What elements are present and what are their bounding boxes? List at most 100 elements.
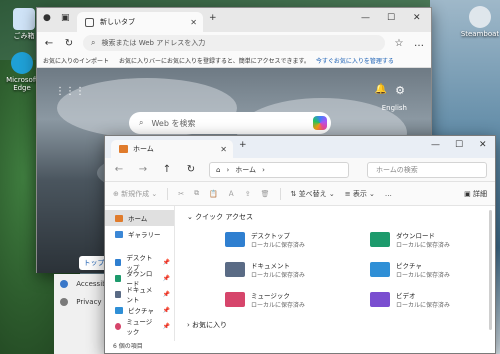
back-arrow-icon[interactable]: ← [113,164,125,175]
details-button[interactable]: ▣ 詳細 [464,189,487,199]
explorer-nav-bar: ← → ↑ ↻ ⌂ › ホーム › ホームの検索 [105,158,495,182]
toolbar-divider [279,187,281,200]
edge-icon [11,52,33,74]
sidebar-item-gallery[interactable]: ギャラリー [105,226,174,242]
notification-bell-icon[interactable]: 🔔 [375,84,387,95]
favorites-hint: お気に入りバーにお気に入りを登録すると、簡単にアクセスできます。 [119,58,310,65]
forward-arrow-icon[interactable]: → [137,164,149,175]
pin-icon: 📌 [162,274,170,282]
close-window-icon[interactable]: ✕ [413,13,421,23]
folder-pictures[interactable]: ピクチャ ローカルに保存済み [370,260,450,279]
sidebar-item-music[interactable]: ミュージック 📌 [105,318,174,336]
download-icon [115,274,122,282]
tab-actions-icon[interactable]: ▣ [61,13,70,23]
folder-downloads[interactable]: ダウンロード ローカルに保存済み [370,230,450,249]
refresh-icon[interactable]: ↻ [63,38,75,49]
shield-icon [60,298,68,306]
desktop-folder-icon [115,258,122,266]
new-tab-favicon-icon [85,17,94,27]
up-arrow-icon[interactable]: ↑ [161,164,173,175]
favorites-bar: お気に入りのインポート お気に入りバーにお気に入りを登録すると、簡単にアクセスで… [37,54,431,68]
refresh-icon[interactable]: ↻ [185,164,197,175]
edge-address-row: ← ↻ ⌕ 検索または Web アドレスを入力 ☆ … [37,32,431,54]
explorer-sidebar: ホーム ギャラリー デスクトップ 📌 ダウンロード 📌 ドキュメント 📌 ピクチ… [105,206,175,341]
pictures-icon [115,306,123,314]
more-menu-icon[interactable]: … [413,38,425,49]
search-icon: ⌕ [91,38,96,47]
maximize-icon[interactable]: ☐ [455,140,463,150]
music-icon [115,322,122,330]
home-icon [115,214,123,222]
new-button[interactable]: ⊕ 新規作成 ⌄ [113,189,157,199]
pictures-folder-icon [370,262,390,277]
language-label[interactable]: English [382,104,407,112]
manage-favorites-link[interactable]: 今すぐお気に入りを管理する [316,56,394,65]
sidebar-item-documents[interactable]: ドキュメント 📌 [105,286,174,304]
explorer-search-input[interactable]: ホームの検索 [367,161,487,178]
favorites-star-icon[interactable]: ☆ [393,38,405,49]
folder-music[interactable]: ミュージック ローカルに保存済み [225,290,305,309]
copy-icon[interactable]: ⧉ [194,189,199,198]
favorites-header[interactable]: › お気に入り [187,320,227,330]
recycle-bin-icon [13,8,35,30]
home-icon [119,145,128,153]
documents-folder-icon [225,262,245,277]
minimize-icon[interactable]: — [361,13,370,23]
accessibility-icon [60,280,68,288]
new-tab-plus-icon[interactable]: + [239,140,247,150]
close-tab-icon[interactable]: ✕ [220,145,227,154]
toolbar-divider [167,187,169,200]
back-arrow-icon[interactable]: ← [43,38,55,49]
cut-icon[interactable]: ✂ [178,190,184,198]
search-icon: ⌕ [139,118,144,127]
new-tab-plus-icon[interactable]: + [209,13,217,23]
chevron-right-icon: › [226,165,230,174]
address-bar[interactable]: ⌕ 検索または Web アドレスを入力 [83,35,385,51]
apps-grid-icon[interactable]: ⋮⋮⋮ [55,86,85,97]
delete-icon[interactable]: 🗑 [261,190,270,198]
folder-videos[interactable]: ビデオ ローカルに保存済み [370,290,450,309]
explorer-main-pane: ⌄ クイック アクセス デスクトップ ローカルに保存済み ダウンロード ローカルに保… [175,206,495,341]
explorer-tab-bar: ホーム ✕ + — ☐ ✕ [105,136,495,158]
explorer-address-bar[interactable]: ⌂ › ホーム › [209,161,349,178]
settings-item-privacy[interactable]: Privacy & [60,298,109,306]
paste-icon[interactable]: 📋 [209,190,218,198]
close-tab-icon[interactable]: ✕ [190,18,197,27]
explorer-tab-home[interactable]: ホーム ✕ [111,140,233,158]
documents-icon [115,290,122,298]
file-explorer-window: ホーム ✕ + — ☐ ✕ ← → ↑ ↻ ⌂ › ホーム › ホームの検索 ⊕… [104,135,496,354]
rename-icon[interactable]: Ａ [228,189,235,199]
steamboat-icon [469,6,491,28]
close-window-icon[interactable]: ✕ [479,140,487,150]
desktop-folder-icon [225,232,245,247]
settings-item-accessibility[interactable]: Accessib [60,280,107,288]
import-favorites-link[interactable]: お気に入りのインポート [43,56,109,65]
sort-button[interactable]: ⇅ 並べ替え ⌄ [291,189,335,199]
web-search-input[interactable]: ⌕ Web を検索 [129,112,331,134]
view-button[interactable]: ≡ 表示 ⌄ [345,189,375,199]
pin-icon: 📌 [162,290,170,298]
folder-desktop[interactable]: デスクトップ ローカルに保存済み [225,230,305,249]
profile-icon[interactable]: ● [43,13,51,23]
minimize-icon[interactable]: — [431,140,440,150]
copilot-icon[interactable] [313,116,327,130]
vertical-scrollbar[interactable] [489,210,492,330]
maximize-icon[interactable]: ☐ [387,13,395,23]
folder-documents[interactable]: ドキュメント ローカルに保存済み [225,260,305,279]
steamboat-desktop-icon[interactable]: Steamboat [458,6,500,38]
chevron-right-icon: › [262,165,265,174]
status-bar: 6 個の項目 [113,343,143,350]
music-folder-icon [225,292,245,307]
gallery-icon [115,230,123,238]
breadcrumb[interactable]: ホーム [235,165,256,175]
settings-gear-icon[interactable]: ⚙ [395,84,405,97]
more-options-button[interactable]: … [385,190,392,198]
explorer-body: ホーム ギャラリー デスクトップ 📌 ダウンロード 📌 ドキュメント 📌 ピクチ… [105,206,495,341]
sidebar-item-home[interactable]: ホーム [105,210,174,226]
quick-access-header[interactable]: ⌄ クイック アクセス [187,212,253,222]
pin-icon: 📌 [162,258,170,266]
pin-icon: 📌 [162,322,170,330]
videos-folder-icon [370,292,390,307]
edge-tab-new[interactable]: 新しいタブ ✕ [77,12,203,32]
share-icon[interactable]: ⇪ [245,190,251,198]
